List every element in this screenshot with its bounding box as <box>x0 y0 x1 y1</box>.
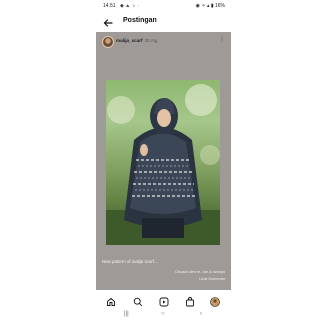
post: malija_scarf 20 mg ⋮ New pattern of mali… <box>96 32 231 290</box>
liked-by[interactable]: Disukai oleh m...lan & lainnya <box>175 270 225 274</box>
status-right: ◉ ✧ ▴ ▮ 16% <box>195 3 225 9</box>
view-comments-link[interactable]: Lihat Komentar <box>199 277 225 281</box>
post-author: malija_scarf 20 mg ⋮ <box>96 32 231 50</box>
status-time: 14.51 <box>103 3 116 9</box>
photo-illustration <box>106 84 220 245</box>
avatar[interactable] <box>102 36 114 48</box>
back-button[interactable]: ‹ <box>200 311 202 317</box>
page-title: Postingan <box>123 17 157 24</box>
arrow-left-icon[interactable] <box>102 16 114 28</box>
header: Postingan <box>96 12 231 32</box>
shop-icon[interactable] <box>185 294 195 307</box>
status-signal-icons: ◆ ▲ ☼ · <box>120 3 140 9</box>
post-age: 20 mg <box>144 38 158 43</box>
post-photo[interactable] <box>106 80 220 245</box>
system-nav: ||| ○ ‹ <box>96 310 231 324</box>
phone-screen: 14.51 ◆ ▲ ☼ · ◉ ✧ ▴ ▮ 16% Postingan mali… <box>96 0 231 327</box>
status-bar: 14.51 ◆ ▲ ☼ · ◉ ✧ ▴ ▮ 16% <box>96 0 231 12</box>
more-vertical-icon[interactable]: ⋮ <box>219 36 225 43</box>
bottom-nav <box>96 292 231 307</box>
reels-icon[interactable] <box>159 294 169 307</box>
recents-button[interactable]: ||| <box>124 311 129 317</box>
search-icon[interactable] <box>133 294 143 307</box>
post-caption: New pattern of malija scarf... <box>102 259 158 264</box>
profile-avatar[interactable] <box>210 294 220 307</box>
home-button[interactable]: ○ <box>161 311 165 317</box>
home-icon[interactable] <box>106 294 116 306</box>
post-username[interactable]: malija_scarf 20 mg <box>116 38 157 43</box>
